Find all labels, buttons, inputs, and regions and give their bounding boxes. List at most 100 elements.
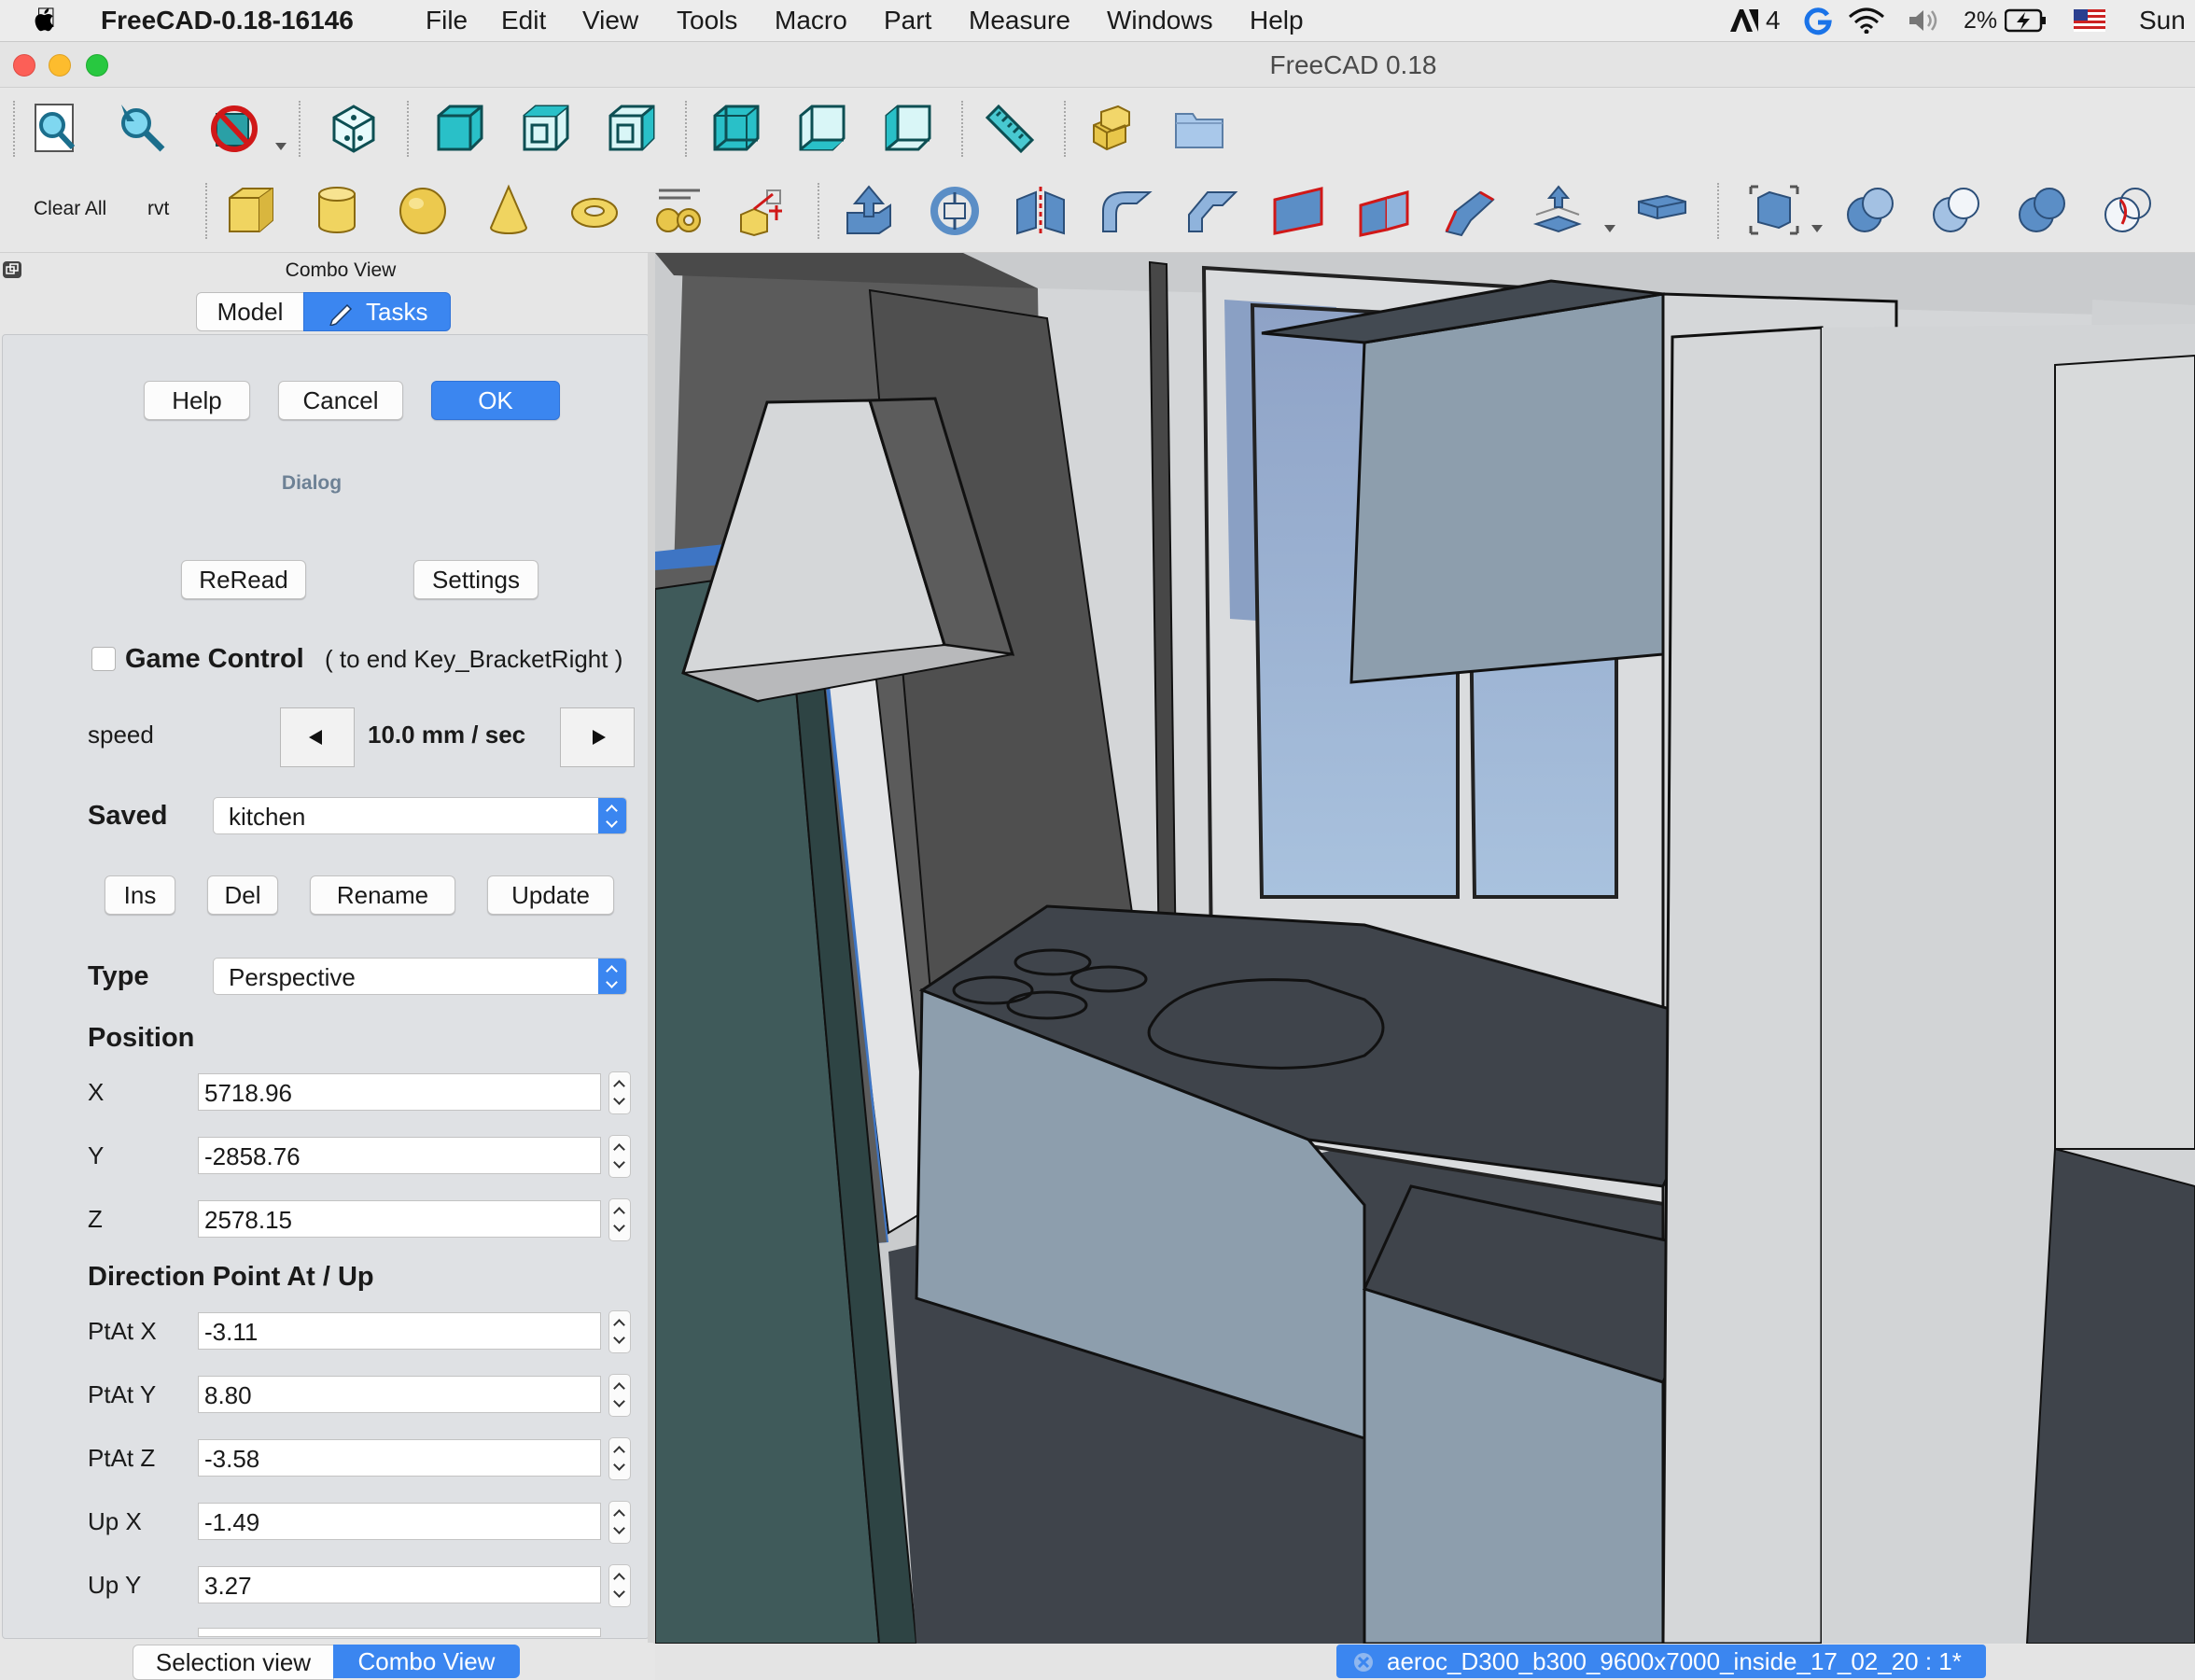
boolean-dropdown-icon[interactable] <box>1811 224 1824 233</box>
speed-increase-button[interactable] <box>560 707 635 767</box>
make-face-icon[interactable] <box>1271 183 1325 237</box>
ptat-y-input[interactable]: 8.80 <box>198 1376 601 1413</box>
ruled-surface-icon[interactable] <box>1357 183 1411 237</box>
fit-selection-icon[interactable] <box>114 101 168 155</box>
view-rear-icon[interactable] <box>709 101 763 155</box>
thickness-icon[interactable] <box>1635 183 1689 237</box>
part-sphere-icon[interactable] <box>396 183 450 237</box>
view-bottom-icon[interactable] <box>795 101 849 155</box>
measure-distance-icon[interactable] <box>982 101 1036 155</box>
loft-icon[interactable] <box>1443 183 1497 237</box>
type-select[interactable]: Perspective <box>213 958 627 995</box>
saved-select[interactable]: kitchen <box>213 797 627 834</box>
common-icon[interactable] <box>2016 183 2070 237</box>
up-x-stepper[interactable] <box>608 1501 631 1544</box>
update-button[interactable]: Update <box>487 875 614 915</box>
toolbar-grip[interactable] <box>13 101 17 157</box>
position-x-stepper[interactable] <box>608 1071 631 1114</box>
rename-button[interactable]: Rename <box>310 875 455 915</box>
rvt-button[interactable]: rvt <box>147 198 169 220</box>
up-x-input[interactable]: -1.49 <box>198 1503 601 1540</box>
position-y-stepper[interactable] <box>608 1135 631 1178</box>
draw-style-icon[interactable] <box>209 101 263 155</box>
revolve-icon[interactable] <box>928 183 982 237</box>
position-z-input[interactable]: 2578.15 <box>198 1200 601 1238</box>
document-tab[interactable]: aeroc_D300_b300_9600x7000_inside_17_02_2… <box>1336 1645 1986 1678</box>
offset-icon[interactable] <box>1531 183 1585 237</box>
up-z-input-partial[interactable] <box>198 1628 601 1637</box>
tab-model[interactable]: Model <box>196 292 304 331</box>
ok-button[interactable]: OK <box>431 381 560 420</box>
volume-icon[interactable] <box>1908 7 1945 34</box>
shape-builder-icon[interactable] <box>735 183 790 237</box>
clear-all-button[interactable]: Clear All <box>34 198 106 220</box>
reread-button[interactable]: ReRead <box>181 560 306 599</box>
menu-edit[interactable]: Edit <box>501 6 546 35</box>
union-icon[interactable] <box>1930 183 1984 237</box>
create-group-icon[interactable] <box>1172 101 1226 155</box>
ptat-x-stepper[interactable] <box>608 1310 631 1353</box>
kitchen-scene[interactable] <box>655 253 2195 1644</box>
position-x-input[interactable]: 5718.96 <box>198 1073 601 1111</box>
boolean-icon[interactable] <box>1747 183 1801 237</box>
view-right-icon[interactable] <box>605 101 659 155</box>
us-flag-icon[interactable] <box>2074 9 2105 32</box>
menu-windows[interactable]: Windows <box>1107 6 1213 35</box>
view-left-icon[interactable] <box>881 101 935 155</box>
settings-button[interactable]: Settings <box>413 560 538 599</box>
ptat-z-stepper[interactable] <box>608 1437 631 1480</box>
part-primitives-icon[interactable] <box>653 183 707 237</box>
menu-view[interactable]: View <box>582 6 638 35</box>
zoom-window-button[interactable] <box>86 54 108 77</box>
cut-icon[interactable] <box>1844 183 1898 237</box>
ptat-z-input[interactable]: -3.58 <box>198 1439 601 1477</box>
menu-file[interactable]: File <box>426 6 468 35</box>
fillet-icon[interactable] <box>1099 183 1153 237</box>
ptat-y-stepper[interactable] <box>608 1374 631 1417</box>
close-window-button[interactable] <box>13 54 35 77</box>
fit-all-icon[interactable] <box>30 101 84 155</box>
g-logo-icon[interactable] <box>1803 6 1833 35</box>
part-cone-icon[interactable] <box>482 183 536 237</box>
app-name-menu[interactable]: FreeCAD-0.18-16146 <box>101 6 354 35</box>
menu-macro[interactable]: Macro <box>775 6 847 35</box>
position-z-stepper[interactable] <box>608 1198 631 1241</box>
close-tab-icon[interactable] <box>1353 1652 1374 1673</box>
adobe-icon[interactable] <box>1728 7 1760 34</box>
tab-selection-view[interactable]: Selection view <box>133 1645 334 1680</box>
chamfer-icon[interactable] <box>1185 183 1239 237</box>
menu-help[interactable]: Help <box>1250 6 1304 35</box>
offset-dropdown-icon[interactable] <box>1603 224 1616 233</box>
create-part-icon[interactable] <box>1088 101 1142 155</box>
mirror-icon[interactable] <box>1014 183 1068 237</box>
up-y-input[interactable]: 3.27 <box>198 1566 601 1603</box>
ins-button[interactable]: Ins <box>105 875 175 915</box>
part-cube-icon[interactable] <box>224 183 278 237</box>
view-isometric-icon[interactable] <box>327 101 381 155</box>
help-button[interactable]: Help <box>144 381 250 420</box>
view-front-icon[interactable] <box>433 101 487 155</box>
ptat-x-input[interactable]: -3.11 <box>198 1312 601 1350</box>
clock[interactable]: Sun <box>2139 6 2186 35</box>
menu-tools[interactable]: Tools <box>677 6 737 35</box>
up-y-stepper[interactable] <box>608 1564 631 1607</box>
draw-style-dropdown-icon[interactable] <box>274 142 287 151</box>
menu-measure[interactable]: Measure <box>969 6 1070 35</box>
speed-decrease-button[interactable] <box>280 707 355 767</box>
extrude-icon[interactable] <box>842 183 896 237</box>
del-button[interactable]: Del <box>207 875 278 915</box>
apple-logo-icon[interactable] <box>32 6 58 34</box>
part-cylinder-icon[interactable] <box>310 183 364 237</box>
menu-part[interactable]: Part <box>884 6 931 35</box>
panel-splitter[interactable] <box>648 253 655 1644</box>
part-torus-icon[interactable] <box>567 183 622 237</box>
section-icon[interactable] <box>2102 183 2156 237</box>
minimize-window-button[interactable] <box>49 54 71 77</box>
tab-combo-view[interactable]: Combo View <box>333 1645 520 1678</box>
position-y-input[interactable]: -2858.76 <box>198 1137 601 1174</box>
battery-charging-icon[interactable] <box>2005 7 2048 34</box>
tab-tasks[interactable]: Tasks <box>303 292 451 331</box>
game-control-checkbox[interactable] <box>91 647 116 671</box>
view-top-icon[interactable] <box>519 101 573 155</box>
wifi-icon[interactable] <box>1848 7 1885 34</box>
